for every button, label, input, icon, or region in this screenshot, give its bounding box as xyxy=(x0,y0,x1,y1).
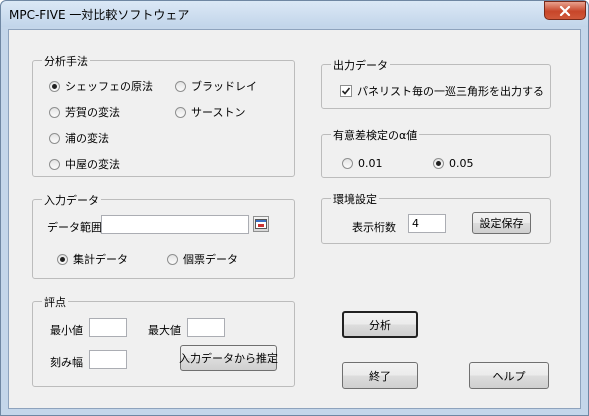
radio-alpha-001-label: 0.01 xyxy=(358,157,383,170)
radio-ura[interactable]: 浦の変法 xyxy=(49,130,109,146)
radio-selected-icon xyxy=(57,253,68,265)
radio-individual-data[interactable]: 個票データ xyxy=(167,251,238,267)
save-settings-button[interactable]: 設定保存 xyxy=(472,212,531,234)
input-data-legend: 入力データ xyxy=(42,192,101,208)
significance-legend: 有意差検定のα値 xyxy=(331,127,420,143)
analyze-button[interactable]: 分析 xyxy=(342,311,418,338)
radio-unselected-icon xyxy=(175,106,186,118)
analysis-method-group: 分析手法 シェッフェの原法 ブラッドレイ 芳賀の変法 サーストン 浦の変法 中屋… xyxy=(32,53,295,177)
data-range-label: データ範囲 xyxy=(47,221,102,234)
display-digits-input[interactable]: 4 xyxy=(408,214,446,233)
radio-unselected-icon xyxy=(49,106,60,118)
output-data-legend: 出力データ xyxy=(331,57,390,73)
radio-selected-icon xyxy=(433,158,444,169)
radio-haga-label: 芳賀の変法 xyxy=(65,106,120,119)
range-picker-icon xyxy=(255,219,267,229)
radio-alpha-005[interactable]: 0.05 xyxy=(433,157,474,170)
radio-aggregate-label: 集計データ xyxy=(73,253,128,266)
radio-individual-label: 個票データ xyxy=(183,253,238,266)
radio-unselected-icon xyxy=(175,80,186,92)
output-triangle-checkbox[interactable]: パネリスト毎の一巡三角形を出力する xyxy=(340,83,544,99)
radio-nakaya-label: 中屋の変法 xyxy=(65,158,120,171)
radio-scheffe-label: シェッフェの原法 xyxy=(65,80,153,93)
environment-settings-legend: 環境設定 xyxy=(331,191,379,207)
environment-settings-group: 環境設定 表示桁数 4 設定保存 xyxy=(321,191,551,244)
checkbox-box xyxy=(340,85,352,97)
radio-bradley[interactable]: ブラッドレイ xyxy=(175,78,257,94)
window-title: MPC-FIVE 一対比較ソフトウェア xyxy=(9,8,190,22)
max-value-input[interactable] xyxy=(187,318,225,337)
radio-aggregate-data[interactable]: 集計データ xyxy=(57,251,128,267)
radio-unselected-icon xyxy=(49,132,60,144)
data-range-input[interactable] xyxy=(101,215,249,234)
radio-selected-icon xyxy=(49,80,60,92)
radio-alpha-001[interactable]: 0.01 xyxy=(342,157,383,170)
title-bar[interactable]: MPC-FIVE 一対比較ソフトウェア xyxy=(1,1,588,27)
radio-bradley-label: ブラッドレイ xyxy=(191,80,257,93)
checkmark-icon xyxy=(341,87,351,95)
radio-thurstone-label: サーストン xyxy=(191,106,246,119)
min-value-input[interactable] xyxy=(89,318,127,337)
significance-group: 有意差検定のα値 0.01 0.05 xyxy=(321,127,551,178)
range-select-button[interactable] xyxy=(253,216,269,232)
exit-button[interactable]: 終了 xyxy=(342,362,418,389)
step-input[interactable] xyxy=(89,350,127,369)
score-legend: 評点 xyxy=(42,294,68,310)
help-button[interactable]: ヘルプ xyxy=(469,362,549,389)
radio-thurstone[interactable]: サーストン xyxy=(175,104,245,120)
display-digits-label: 表示桁数 xyxy=(352,221,396,234)
radio-unselected-icon xyxy=(342,158,353,169)
radio-scheffe[interactable]: シェッフェの原法 xyxy=(49,78,153,94)
estimate-from-input-button[interactable]: 入力データから推定 xyxy=(179,345,278,371)
dialog-body: 分析手法 シェッフェの原法 ブラッドレイ 芳賀の変法 サーストン 浦の変法 中屋… xyxy=(8,29,581,409)
output-data-group: 出力データ パネリスト毎の一巡三角形を出力する xyxy=(321,57,551,109)
close-button[interactable] xyxy=(544,1,586,20)
radio-unselected-icon xyxy=(167,253,178,265)
step-label: 刻み幅 xyxy=(50,356,83,369)
radio-alpha-005-label: 0.05 xyxy=(449,157,474,170)
max-value-label: 最大値 xyxy=(148,324,181,337)
analysis-method-legend: 分析手法 xyxy=(42,53,90,69)
application-window: MPC-FIVE 一対比較ソフトウェア 分析手法 シェッフェの原法 ブラッドレイ… xyxy=(0,0,589,416)
radio-unselected-icon xyxy=(49,158,60,170)
score-group: 評点 最小値 最大値 刻み幅 入力データから推定 xyxy=(32,294,295,387)
radio-haga[interactable]: 芳賀の変法 xyxy=(49,104,120,120)
close-icon xyxy=(559,5,571,16)
radio-nakaya[interactable]: 中屋の変法 xyxy=(49,156,120,172)
min-value-label: 最小値 xyxy=(50,324,83,337)
input-data-group: 入力データ データ範囲 集計データ 個票データ xyxy=(32,192,295,279)
radio-ura-label: 浦の変法 xyxy=(65,132,109,145)
output-triangle-label: パネリスト毎の一巡三角形を出力する xyxy=(357,85,544,98)
